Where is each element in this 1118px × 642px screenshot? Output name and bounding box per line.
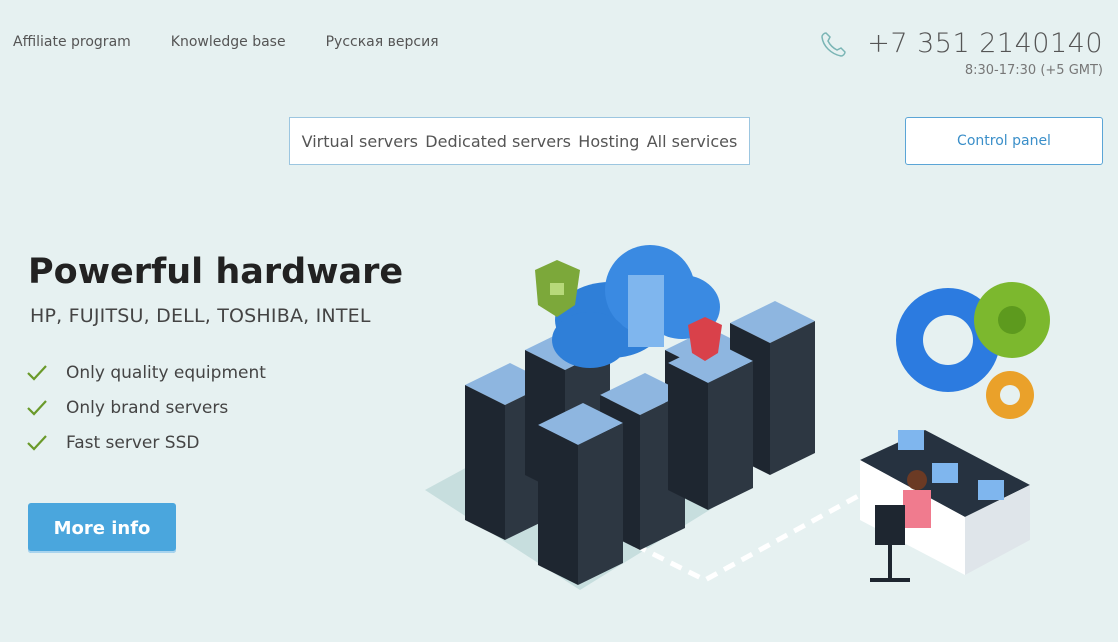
- feature-text: Fast server SSD: [66, 432, 200, 453]
- feature-item: Fast server SSD: [26, 425, 266, 460]
- working-hours: 8:30-17:30 (+5 GMT): [964, 63, 1103, 78]
- knowledge-base-link[interactable]: Knowledge base: [171, 34, 286, 50]
- phone-icon: [821, 31, 847, 57]
- nav-dedicated-servers[interactable]: Dedicated servers: [425, 132, 571, 151]
- main-nav: Virtual servers Dedicated servers Hostin…: [289, 117, 750, 165]
- phone-number[interactable]: +7 351 2140140: [867, 28, 1103, 59]
- feature-text: Only quality equipment: [66, 362, 266, 383]
- feature-list: Only quality equipment Only brand server…: [26, 355, 266, 460]
- russian-version-link[interactable]: Русская версия: [326, 34, 439, 50]
- check-icon: [27, 434, 47, 451]
- more-info-button[interactable]: More info: [28, 503, 176, 553]
- control-panel-button[interactable]: Control panel: [905, 117, 1103, 165]
- gear-icon: [986, 371, 1034, 419]
- gear-icon: [974, 282, 1050, 358]
- contact-block: +7 351 2140140 8:30-17:30 (+5 GMT): [819, 28, 1103, 78]
- hero-title: Powerful hardware: [28, 252, 404, 292]
- nav-all-services[interactable]: All services: [647, 132, 738, 151]
- hero-illustration: [425, 245, 1050, 590]
- nav-virtual-servers[interactable]: Virtual servers: [302, 132, 418, 151]
- hero-subtitle: HP, FUJITSU, DELL, TOSHIBA, INTEL: [30, 305, 371, 327]
- feature-text: Only brand servers: [66, 397, 229, 418]
- feature-item: Only quality equipment: [26, 355, 266, 390]
- check-icon: [27, 399, 47, 416]
- workstation-icon: [860, 430, 1030, 582]
- top-links: Affiliate program Knowledge base Русская…: [13, 34, 439, 50]
- feature-item: Only brand servers: [26, 390, 266, 425]
- check-icon: [27, 364, 47, 381]
- affiliate-program-link[interactable]: Affiliate program: [13, 34, 131, 50]
- server-rack-icon: [538, 403, 623, 585]
- nav-hosting[interactable]: Hosting: [578, 132, 639, 151]
- server-rack-icon: [668, 341, 753, 510]
